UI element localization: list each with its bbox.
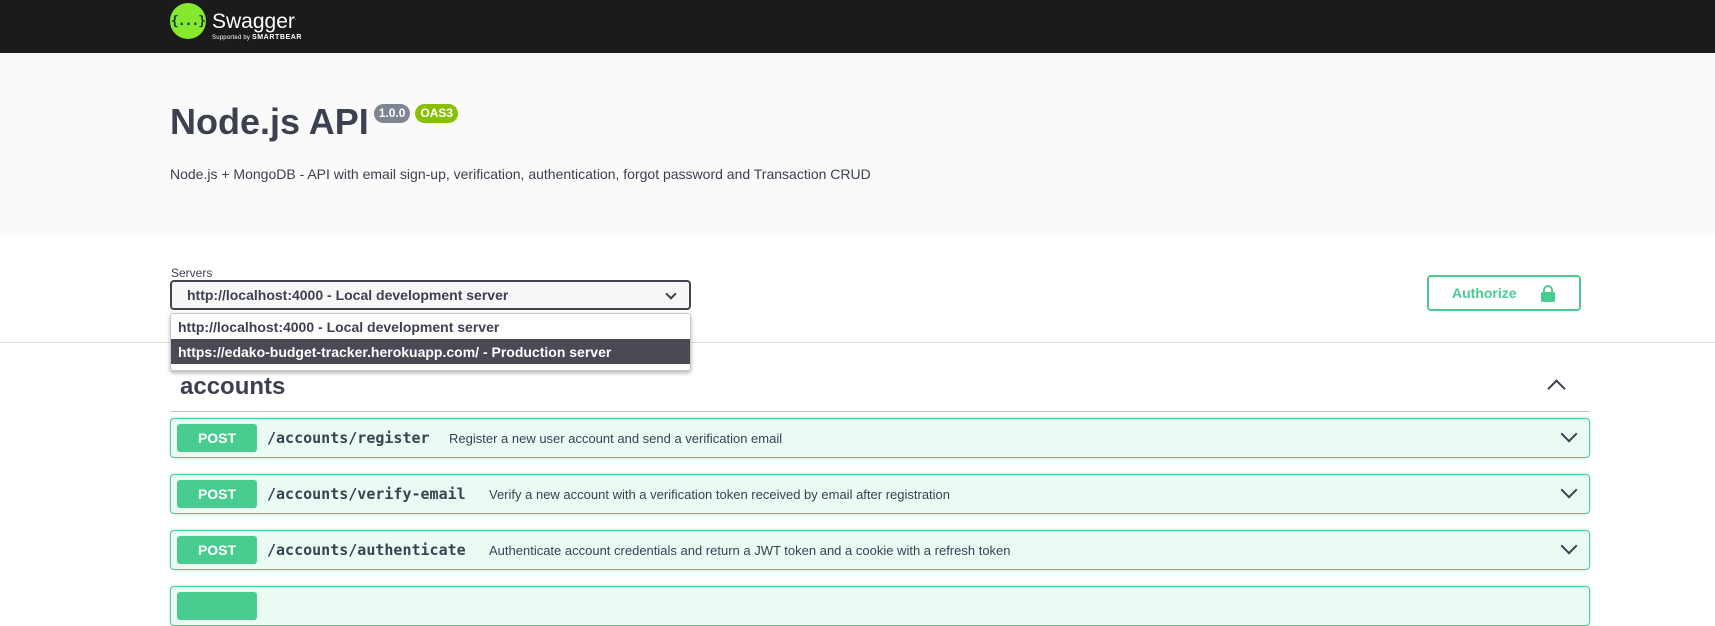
- logo-tm: .: [294, 16, 297, 22]
- chevron-down-icon[interactable]: [1560, 425, 1578, 443]
- chevron-down-icon: [665, 288, 677, 300]
- swagger-logo-icon: {...}: [170, 3, 206, 39]
- logo-name: Swagger: [212, 10, 295, 33]
- operation-summary: Authenticate account credentials and ret…: [489, 543, 1011, 558]
- server-option-local[interactable]: http://localhost:4000 - Local developmen…: [171, 314, 690, 339]
- tag-name: accounts: [180, 373, 286, 400]
- authorize-label: Authorize: [1452, 285, 1517, 301]
- swagger-logo[interactable]: {...} Swagger. Supported by SMARTBEAR: [170, 2, 302, 48]
- operation-summary: Register a new user account and send a v…: [449, 431, 783, 446]
- operation-path: /accounts/register: [267, 429, 430, 447]
- topbar: {...} Swagger. Supported by SMARTBEAR: [0, 0, 1715, 53]
- server-option-production[interactable]: https://edako-budget-tracker.herokuapp.c…: [171, 339, 690, 364]
- authorize-button[interactable]: Authorize: [1427, 275, 1581, 311]
- servers-label: Servers: [171, 266, 213, 280]
- servers-selected-value: http://localhost:4000 - Local developmen…: [187, 287, 509, 303]
- api-info: Node.js API 1.0.0 OAS3 Node.js + MongoDB…: [0, 53, 1715, 233]
- chevron-down-icon[interactable]: [1560, 537, 1578, 555]
- oas-badge: OAS3: [415, 104, 459, 123]
- servers-select[interactable]: http://localhost:4000 - Local developmen…: [170, 280, 691, 310]
- operation-path: /accounts/verify-email: [267, 485, 466, 503]
- operation-post-verify-email[interactable]: POST /accounts/verify-email Verify a new…: [170, 474, 1590, 514]
- chevron-up-icon[interactable]: [1547, 379, 1566, 398]
- lock-icon: [1541, 285, 1555, 302]
- logo-sub-prefix: Supported by: [212, 35, 251, 41]
- chevron-down-icon[interactable]: [1560, 481, 1578, 499]
- method-badge: [177, 592, 257, 620]
- method-badge: POST: [177, 536, 257, 564]
- servers-dropdown: http://localhost:4000 - Local developmen…: [170, 313, 691, 371]
- api-description: Node.js + MongoDB - API with email sign-…: [170, 166, 871, 182]
- logo-sub-brand: SMARTBEAR: [251, 34, 303, 41]
- operation-post-partial[interactable]: [170, 586, 1590, 626]
- operation-summary: Verify a new account with a verification…: [489, 487, 951, 502]
- version-badge: 1.0.0: [373, 104, 411, 123]
- api-title: Node.js API: [170, 101, 369, 142]
- operation-post-authenticate[interactable]: POST /accounts/authenticate Authenticate…: [170, 530, 1590, 570]
- operation-path: /accounts/authenticate: [267, 541, 466, 559]
- operation-post-register[interactable]: POST /accounts/register Register a new u…: [170, 418, 1590, 458]
- method-badge: POST: [177, 480, 257, 508]
- logo-glyph: {...}: [170, 13, 206, 29]
- method-badge: POST: [177, 424, 257, 452]
